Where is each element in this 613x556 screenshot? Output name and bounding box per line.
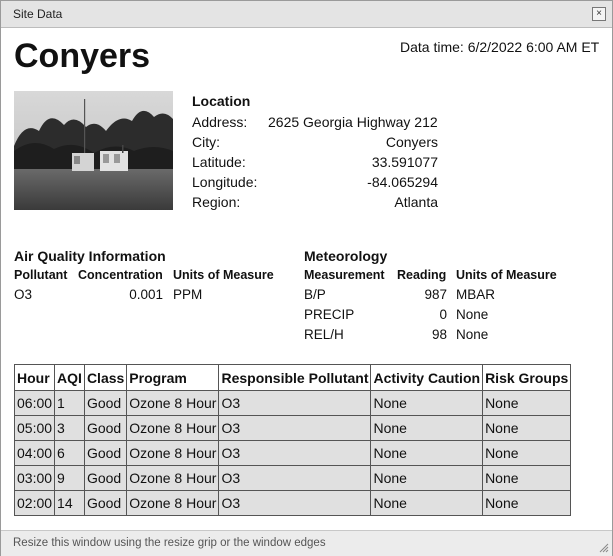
- aq-header-pollutant: Pollutant: [14, 268, 68, 282]
- cell-program: Ozone 8 Hour: [126, 490, 220, 516]
- cell-hour: 02:00: [13, 490, 56, 516]
- cell-pollutant: O3: [218, 415, 372, 441]
- col-aqi: AQI: [54, 364, 85, 391]
- cell-class: Good: [83, 490, 128, 516]
- cell-aqi: 1: [54, 390, 85, 416]
- address-label: Address:: [192, 114, 248, 130]
- met-header-measurement: Measurement: [304, 268, 385, 282]
- status-bar: Resize this window using the resize grip…: [1, 530, 612, 556]
- cell-program: Ozone 8 Hour: [126, 440, 220, 466]
- met-reading: 987: [424, 287, 447, 302]
- cell-pollutant: O3: [218, 465, 372, 491]
- col-activity-caution: Activity Caution: [370, 364, 484, 391]
- cell-aqi: 9: [54, 465, 85, 491]
- aq-header-units: Units of Measure: [173, 268, 274, 282]
- location-region-row: Region: Atlanta: [192, 194, 438, 210]
- address-value: 2625 Georgia Highway 212: [268, 114, 438, 130]
- location-longitude-row: Longitude: -84.065294: [192, 174, 438, 190]
- window-titlebar[interactable]: Site Data ×: [1, 1, 612, 28]
- aq-pollutant: O3: [14, 287, 33, 302]
- site-name: Conyers: [14, 37, 151, 75]
- cell-class: Good: [83, 440, 128, 466]
- met-units: MBAR: [456, 287, 496, 302]
- cell-aqi: 3: [54, 415, 85, 441]
- region-value: Atlanta: [394, 194, 438, 210]
- table-row: 04:00 6 Good Ozone 8 Hour O3 None None: [13, 440, 572, 466]
- cell-risk-groups: None: [482, 390, 572, 416]
- resize-grip-icon[interactable]: [599, 543, 609, 553]
- cell-activity-caution: None: [370, 465, 484, 491]
- region-label: Region:: [192, 194, 241, 210]
- cell-hour: 04:00: [13, 440, 56, 466]
- window-title: Site Data: [13, 7, 63, 21]
- table-row: 05:00 3 Good Ozone 8 Hour O3 None None: [13, 415, 572, 441]
- cell-pollutant: O3: [218, 490, 372, 516]
- aqi-history-table: Hour AQI Class Program Responsible Pollu…: [13, 364, 572, 516]
- cell-activity-caution: None: [370, 490, 484, 516]
- cell-risk-groups: None: [482, 465, 572, 491]
- aq-units: PPM: [173, 287, 203, 302]
- cell-hour: 05:00: [13, 415, 56, 441]
- table-header-row: Hour AQI Class Program Responsible Pollu…: [13, 364, 572, 391]
- meteorology-title: Meteorology: [304, 248, 388, 264]
- aq-header-concentration: Concentration: [78, 268, 163, 282]
- latitude-value: 33.591077: [371, 154, 438, 170]
- location-title: Location: [192, 93, 251, 109]
- location-latitude-row: Latitude: 33.591077: [192, 154, 438, 170]
- city-label: City:: [192, 134, 220, 150]
- longitude-label: Longitude:: [192, 174, 258, 190]
- cell-class: Good: [83, 465, 128, 491]
- met-reading: 0: [439, 307, 447, 322]
- close-icon[interactable]: ×: [592, 7, 606, 21]
- cell-program: Ozone 8 Hour: [126, 415, 220, 441]
- location-section: Location Address: 2625 Georgia Highway 2…: [192, 93, 438, 210]
- site-photo: [14, 91, 173, 210]
- longitude-value: -84.065294: [367, 174, 438, 190]
- col-responsible-pollutant: Responsible Pollutant: [218, 364, 372, 391]
- cell-activity-caution: None: [370, 440, 484, 466]
- col-risk-groups: Risk Groups: [482, 364, 572, 391]
- met-units: None: [456, 327, 489, 342]
- air-quality-title: Air Quality Information: [14, 248, 166, 264]
- cell-aqi: 14: [54, 490, 85, 516]
- met-measurement: REL/H: [304, 327, 344, 342]
- table-row: 03:00 9 Good Ozone 8 Hour O3 None None: [13, 465, 572, 491]
- met-reading: 98: [431, 327, 447, 342]
- aq-concentration: 0.001: [129, 287, 163, 302]
- col-program: Program: [126, 364, 220, 391]
- cell-pollutant: O3: [218, 390, 372, 416]
- cell-class: Good: [83, 390, 128, 416]
- latitude-label: Latitude:: [192, 154, 246, 170]
- city-value: Conyers: [385, 134, 438, 150]
- met-units: None: [456, 307, 489, 322]
- status-text: Resize this window using the resize grip…: [13, 537, 326, 549]
- cell-risk-groups: None: [482, 415, 572, 441]
- cell-pollutant: O3: [218, 440, 372, 466]
- col-class: Class: [83, 364, 128, 391]
- cell-aqi: 6: [54, 440, 85, 466]
- cell-hour: 06:00: [13, 390, 56, 416]
- met-measurement: B/P: [304, 287, 326, 302]
- cell-risk-groups: None: [482, 490, 572, 516]
- met-header-reading: Reading: [397, 268, 447, 282]
- met-header-units: Units of Measure: [456, 268, 557, 282]
- location-address-row: Address: 2625 Georgia Highway 212: [192, 114, 438, 130]
- met-measurement: PRECIP: [304, 307, 355, 322]
- cell-program: Ozone 8 Hour: [126, 390, 220, 416]
- site-data-window: Site Data × Conyers Data time: 6/2/2022 …: [0, 0, 613, 556]
- table-row: 02:00 14 Good Ozone 8 Hour O3 None None: [13, 490, 572, 516]
- cell-risk-groups: None: [482, 440, 572, 466]
- cell-hour: 03:00: [13, 465, 56, 491]
- table-row: 06:00 1 Good Ozone 8 Hour O3 None None: [13, 390, 572, 416]
- cell-activity-caution: None: [370, 390, 484, 416]
- cell-activity-caution: None: [370, 415, 484, 441]
- cell-program: Ozone 8 Hour: [126, 465, 220, 491]
- location-city-row: City: Conyers: [192, 134, 438, 150]
- cell-class: Good: [83, 415, 128, 441]
- col-hour: Hour: [13, 364, 56, 391]
- data-time: Data time: 6/2/2022 6:00 AM ET: [400, 39, 600, 55]
